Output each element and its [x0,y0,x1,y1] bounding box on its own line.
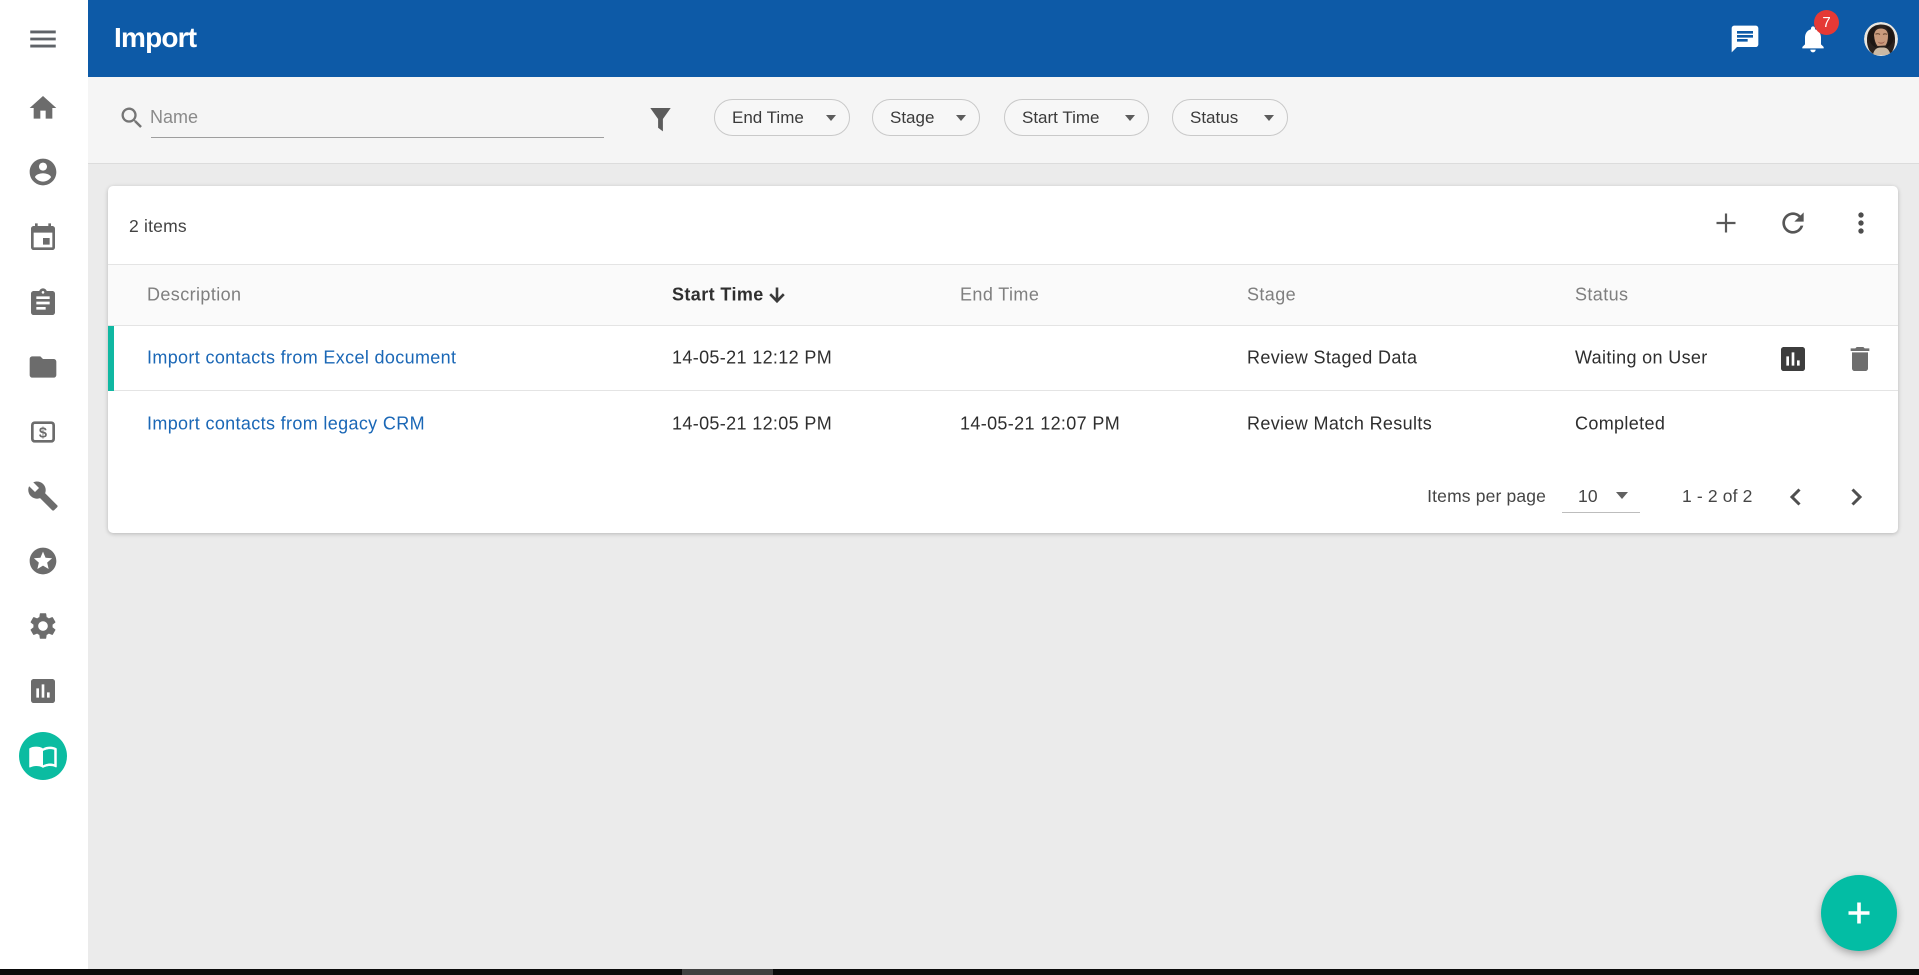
svg-text:$: $ [39,425,47,441]
